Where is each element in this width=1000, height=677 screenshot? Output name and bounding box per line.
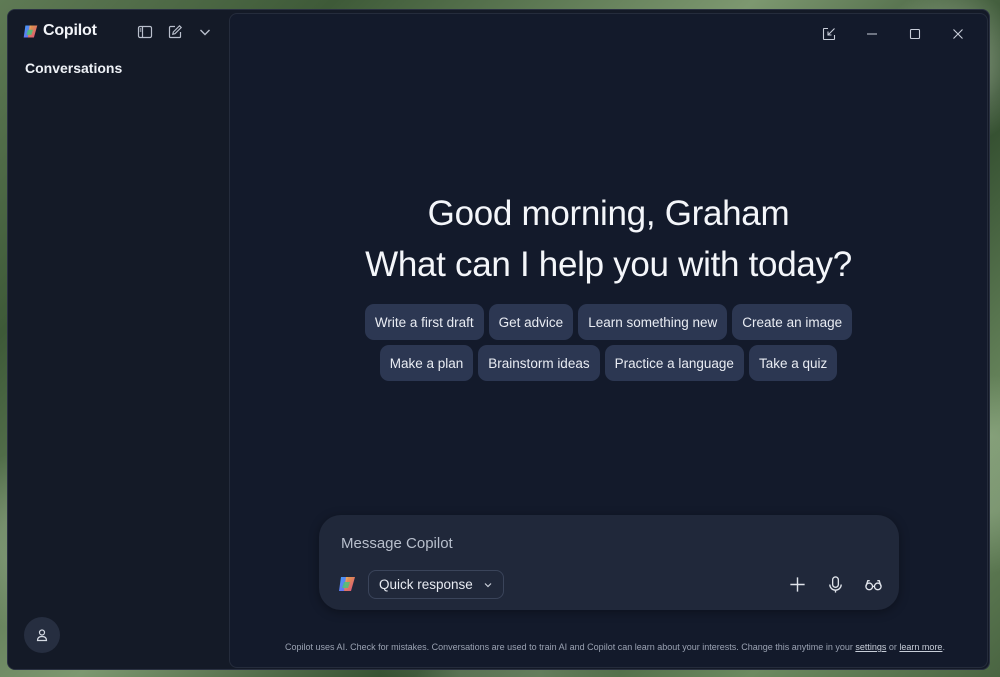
copilot-window: Copilot Conversations Good morning, Grah… <box>7 9 990 670</box>
app-name: Copilot <box>43 22 97 39</box>
disclaimer-period: . <box>942 642 945 652</box>
user-icon <box>36 629 48 642</box>
suggestion-chip[interactable]: Create an image <box>732 304 853 340</box>
new-chat-button[interactable] <box>166 23 184 41</box>
glasses-icon <box>864 579 882 590</box>
minimize-button[interactable] <box>850 21 893 47</box>
close-button[interactable] <box>936 21 979 47</box>
minimize-icon <box>866 33 877 35</box>
sidebar: Copilot Conversations <box>8 10 228 669</box>
suggestion-chip[interactable]: Make a plan <box>379 345 474 381</box>
suggestion-chip[interactable]: Take a quiz <box>748 345 838 381</box>
pop-out-icon <box>822 27 835 41</box>
chevron-down-icon <box>484 582 492 587</box>
more-options-button[interactable] <box>196 23 214 41</box>
disclaimer-text: Copilot uses AI. Check for mistakes. Con… <box>285 642 853 652</box>
vision-button[interactable] <box>863 573 883 595</box>
window-controls <box>807 21 979 47</box>
response-mode-label: Quick response <box>379 577 473 592</box>
plus-icon <box>789 576 805 592</box>
voice-input-button[interactable] <box>825 573 845 595</box>
maximize-button[interactable] <box>893 21 936 47</box>
brand: Copilot <box>22 22 97 40</box>
suggestions-row-2: Make a plan Brainstorm ideas Practice a … <box>230 345 987 381</box>
pop-out-button[interactable] <box>807 21 850 47</box>
main-panel: Good morning, Graham What can I help you… <box>229 13 988 668</box>
suggestion-chip[interactable]: Brainstorm ideas <box>478 345 600 381</box>
profile-button[interactable] <box>24 617 60 653</box>
suggestion-chip[interactable]: Learn something new <box>578 304 728 340</box>
copilot-logo-icon <box>339 577 355 591</box>
greeting-subtitle: What can I help you with today? <box>365 245 852 284</box>
suggestion-chip[interactable]: Write a first draft <box>364 304 484 340</box>
maximize-icon <box>909 28 920 40</box>
compose-icon <box>168 24 183 39</box>
sidebar-toolbar <box>136 23 214 41</box>
composer-actions <box>787 573 883 595</box>
message-input[interactable] <box>341 531 861 555</box>
response-mode-dropdown[interactable]: Quick response <box>368 570 504 599</box>
conversations-heading: Conversations <box>25 60 123 76</box>
close-icon <box>952 29 963 39</box>
settings-link[interactable]: settings <box>855 642 886 652</box>
suggestions-row-1: Write a first draft Get advice Learn som… <box>230 304 987 340</box>
toggle-sidebar-button[interactable] <box>136 23 154 41</box>
add-attachment-button[interactable] <box>787 573 807 595</box>
sidebar-icon <box>137 25 153 39</box>
message-composer: Quick response <box>319 515 899 610</box>
learn-more-link[interactable]: learn more <box>899 642 942 652</box>
greeting-title: Good morning, Graham <box>427 194 790 233</box>
suggestion-chip[interactable]: Practice a language <box>604 345 744 381</box>
copilot-logo-icon <box>23 25 38 37</box>
disclaimer-or: or <box>888 642 897 652</box>
suggestion-chip[interactable]: Get advice <box>488 304 574 340</box>
microphone-icon <box>828 575 842 593</box>
disclaimer-footer: Copilot uses AI. Check for mistakes. Con… <box>270 641 960 653</box>
chevron-down-icon <box>200 29 210 36</box>
